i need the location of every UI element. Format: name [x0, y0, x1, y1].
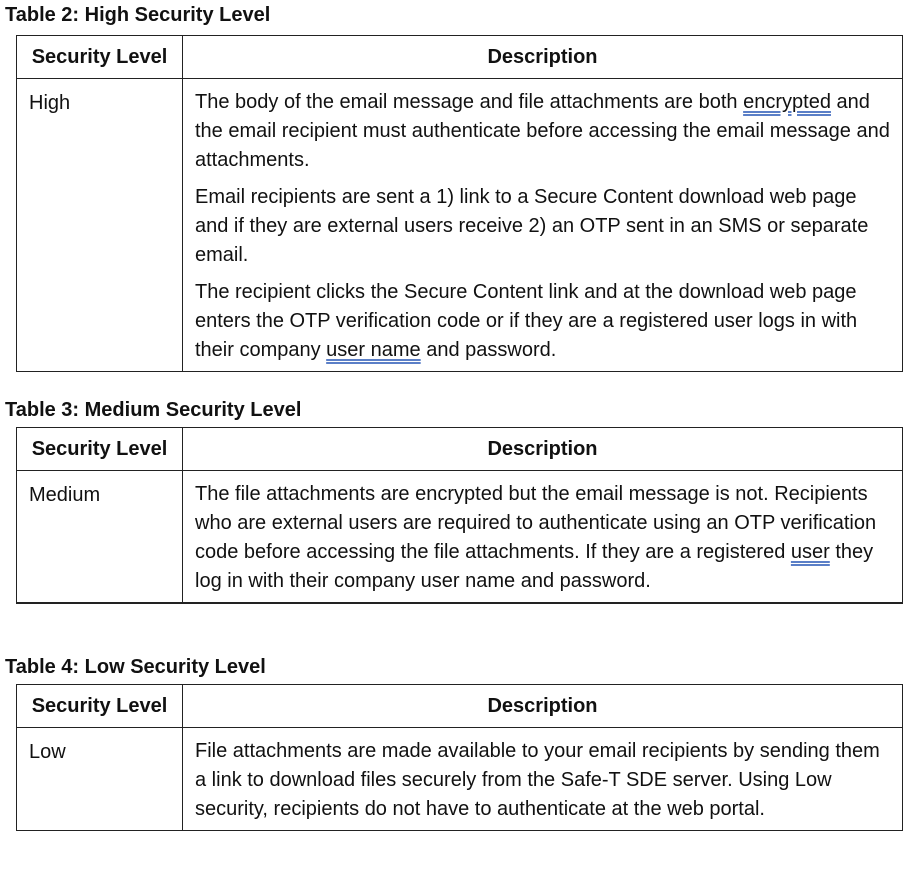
description-header: Description [182, 35, 903, 79]
table-3-caption: Table 3: Medium Security Level [5, 399, 302, 421]
text-run: The file attachments are encrypted but t… [195, 483, 877, 563]
table-row: Low File attachments are made available … [16, 727, 903, 831]
spellcheck-underlined-word: user [790, 541, 830, 563]
security-level-header: Security Level [16, 35, 183, 79]
text-run: The body of the email message and file a… [195, 91, 744, 113]
medium-security-table: Security Level Description Medium The fi… [16, 427, 903, 604]
security-level-header: Security Level [16, 684, 183, 728]
security-level-cell: High [16, 78, 183, 372]
description-paragraph: Email recipients are sent a 1) link to a… [195, 183, 894, 270]
description-header: Description [182, 427, 903, 471]
text-run: File attachments are made available to y… [195, 740, 880, 820]
description-paragraph: The file attachments are encrypted but t… [195, 480, 894, 596]
description-header: Description [182, 684, 903, 728]
description-cell: The file attachments are encrypted but t… [182, 470, 903, 604]
description-paragraph: File attachments are made available to y… [195, 737, 894, 824]
security-level-cell: Low [16, 727, 183, 831]
text-run: Email recipients are sent a 1) link to a… [195, 186, 869, 266]
spellcheck-underlined-word: user name [326, 339, 421, 361]
security-level-header: Security Level [16, 427, 183, 471]
high-security-table: Security Level Description High The body… [16, 35, 903, 372]
description-paragraph: The recipient clicks the Secure Content … [195, 278, 894, 365]
table-4-caption: Table 4: Low Security Level [5, 656, 266, 678]
description-cell: File attachments are made available to y… [182, 727, 903, 831]
table-header-row: Security Level Description [16, 427, 903, 471]
table-row: Medium The file attachments are encrypte… [16, 470, 903, 604]
security-level-cell: Medium [16, 470, 183, 604]
table-header-row: Security Level Description [16, 684, 903, 728]
text-run: and password. [420, 339, 557, 361]
spellcheck-underlined-word: encrypted [743, 91, 831, 113]
low-security-table: Security Level Description Low File atta… [16, 684, 903, 831]
description-paragraph: The body of the email message and file a… [195, 88, 894, 175]
table-row: High The body of the email message and f… [16, 78, 903, 372]
description-cell: The body of the email message and file a… [182, 78, 903, 372]
table-2-caption: Table 2: High Security Level [5, 4, 271, 26]
table-header-row: Security Level Description [16, 35, 903, 79]
